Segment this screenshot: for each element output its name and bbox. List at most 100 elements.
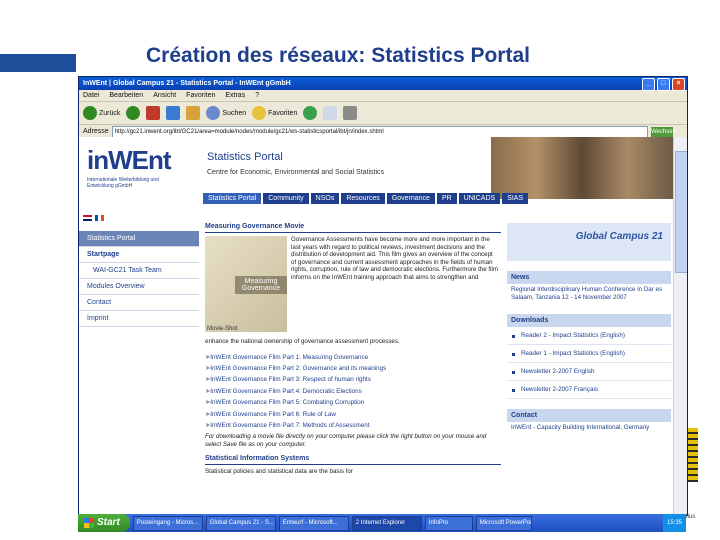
nav-community[interactable]: Community (263, 193, 309, 204)
film-link[interactable]: InWEnt Governance Film Part 3: Respect o… (205, 374, 501, 385)
back-label: Zurück (99, 109, 121, 117)
nav-resources[interactable]: Resources (341, 193, 385, 204)
sidebar-item-imprint[interactable]: Imprint (79, 311, 199, 327)
movie-thumbnail[interactable]: Measuring Governance Movie-Shot (205, 236, 287, 332)
contact-header: Contact (507, 408, 671, 422)
system-tray: 15:35 (662, 514, 686, 532)
refresh-icon[interactable] (166, 106, 181, 120)
windows-logo-icon (84, 518, 94, 528)
close-button[interactable]: × (672, 78, 685, 91)
stat-section-title: Statistical Information Systems (205, 455, 501, 465)
window-title: InWEnt | Global Campus 21 - Statistics P… (83, 80, 291, 87)
movie-caption: Measuring Governance (235, 276, 287, 294)
address-input[interactable]: http://gc21.inwent.org/ibt/GC21/area=mod… (111, 125, 648, 138)
film-link[interactable]: InWEnt Governance Film Part 7: Methods o… (205, 420, 501, 431)
menu-bar: Datei Bearbeiten Ansicht Favoriten Extra… (79, 90, 687, 102)
film-link[interactable]: InWEnt Governance Film Part 1: Measuring… (205, 352, 501, 363)
minimize-button[interactable]: _ (642, 78, 655, 91)
slide-title: Création des réseaux: Statistics Portal (146, 44, 530, 67)
global-campus-banner[interactable]: Global Campus 21 (507, 223, 671, 261)
logo-subtitle: Internationale Weiterbildung und Entwick… (87, 177, 159, 189)
download-note: For downloading a movie file directly on… (205, 433, 487, 449)
side-text: tius (686, 514, 696, 520)
taskbar-item[interactable]: InfoPro (424, 515, 473, 531)
forward-arrow-icon[interactable] (126, 106, 141, 120)
toolbar: Zurück Suchen Favoriten (79, 102, 687, 125)
downloads-header: Downloads (507, 313, 671, 327)
menu-item[interactable]: Datei (83, 90, 99, 101)
sidebar: Statistics Portal Startpage WAI-GC21 Tas… (79, 231, 199, 327)
taskbar-item[interactable]: Entwurf - Microsoft... (278, 515, 349, 531)
english-flag-icon[interactable] (83, 215, 92, 221)
sidebar-header[interactable]: Statistics Portal (79, 231, 199, 247)
menu-item[interactable]: ? (255, 90, 259, 101)
menu-item[interactable]: Ansicht (153, 90, 176, 101)
french-flag-icon[interactable] (95, 215, 104, 221)
portal-subtitle: Centre for Economic, Environmental and S… (207, 169, 385, 176)
mail-icon[interactable] (323, 106, 338, 120)
browser-window: InWEnt | Global Campus 21 - Statistics P… (78, 76, 688, 516)
favorites-button[interactable]: Favoriten (252, 106, 297, 120)
search-label: Suchen (222, 109, 247, 117)
nav-unicads[interactable]: UNICADS (458, 193, 501, 204)
download-link[interactable]: Newsletter 2-2007 English (507, 363, 671, 381)
stop-icon[interactable] (146, 106, 161, 120)
start-label: Start (97, 517, 120, 528)
main-content: Measuring Governance Movie Measuring Gov… (205, 223, 501, 475)
go-button[interactable]: Wechseln zu (651, 126, 677, 145)
global-campus-label: Global Campus 21 (575, 231, 663, 242)
address-label: Adresse (83, 128, 109, 135)
history-icon[interactable] (303, 106, 318, 120)
taskbar: Start Posteingang - Micros... Global Cam… (78, 514, 686, 532)
header-photo (491, 137, 673, 199)
right-column: Global Campus 21 News Regional Interdisc… (507, 223, 671, 433)
vertical-scrollbar[interactable] (673, 137, 687, 515)
nav-statistics-portal[interactable]: Statistics Portal (203, 193, 262, 204)
film-link[interactable]: InWEnt Governance Film Part 4: Democrati… (205, 386, 501, 397)
stat-section-text: Statistical policies and statistical dat… (205, 467, 353, 475)
start-button[interactable]: Start (78, 514, 130, 532)
news-item[interactable]: Regional Interdisciplinary Human Confere… (507, 284, 671, 304)
download-link[interactable]: Reader 1 - Impact Statistics (English) (507, 345, 671, 363)
movie-description-end: enhance the national ownership of govern… (205, 338, 400, 345)
sidebar-item-modules[interactable]: Modules Overview (79, 279, 199, 295)
favorites-label: Favoriten (268, 109, 298, 117)
scrollbar-thumb[interactable] (675, 151, 687, 273)
print-icon[interactable] (343, 106, 358, 120)
sidebar-item-task-team[interactable]: WAI-GC21 Task Team (79, 263, 199, 279)
home-icon[interactable] (186, 106, 201, 120)
star-icon (252, 106, 267, 120)
film-link[interactable]: InWEnt Governance Film Part 6: Rule of L… (205, 409, 501, 420)
sidebar-item-startpage[interactable]: Startpage (79, 247, 199, 263)
sidebar-item-contact[interactable]: Contact (79, 295, 199, 311)
film-link[interactable]: InWEnt Governance Film Part 5: Combating… (205, 397, 501, 408)
taskbar-item[interactable]: Global Campus 21 - S... (205, 515, 276, 531)
side-decoration (688, 428, 698, 482)
taskbar-item[interactable]: Posteingang - Micros... (132, 515, 203, 531)
site-header: inWEnt Internationale Weiterbildung und … (79, 137, 673, 199)
download-link[interactable]: Reader 2 - Impact Statistics (English) (507, 327, 671, 345)
window-titlebar: InWEnt | Global Campus 21 - Statistics P… (79, 77, 687, 91)
inwent-logo[interactable]: inWEnt (87, 145, 172, 176)
taskbar-item[interactable]: Microsoft PowerPoint (475, 515, 532, 531)
download-link[interactable]: Newsletter 2-2007 Français (507, 381, 671, 399)
menu-item[interactable]: Extras (225, 90, 245, 101)
nav-sias[interactable]: SIAS (502, 193, 529, 204)
menu-item[interactable]: Bearbeiten (109, 90, 143, 101)
menu-item[interactable]: Favoriten (186, 90, 215, 101)
taskbar-item-active[interactable]: 2 Internet Explorer (351, 515, 422, 531)
slide-accent-bar (0, 54, 76, 72)
search-button[interactable]: Suchen (206, 106, 246, 120)
nav-nsos[interactable]: NSOs (310, 193, 340, 204)
nav-governance[interactable]: Governance (386, 193, 435, 204)
film-list: InWEnt Governance Film Part 1: Measuring… (205, 352, 501, 432)
tray-clock[interactable]: 15:35 (667, 520, 682, 526)
film-link[interactable]: InWEnt Governance Film Part 2: Governanc… (205, 363, 501, 374)
back-button[interactable]: Zurück (83, 106, 120, 120)
movie-section-title: Measuring Governance Movie (205, 223, 501, 233)
main-nav: Statistics Portal Community NSOs Resourc… (203, 193, 529, 204)
nav-pr[interactable]: PR (436, 193, 457, 204)
maximize-button[interactable]: □ (657, 78, 670, 91)
movie-box: Measuring Governance Movie-Shot Governan… (205, 236, 501, 336)
portal-title: Statistics Portal (207, 151, 283, 163)
